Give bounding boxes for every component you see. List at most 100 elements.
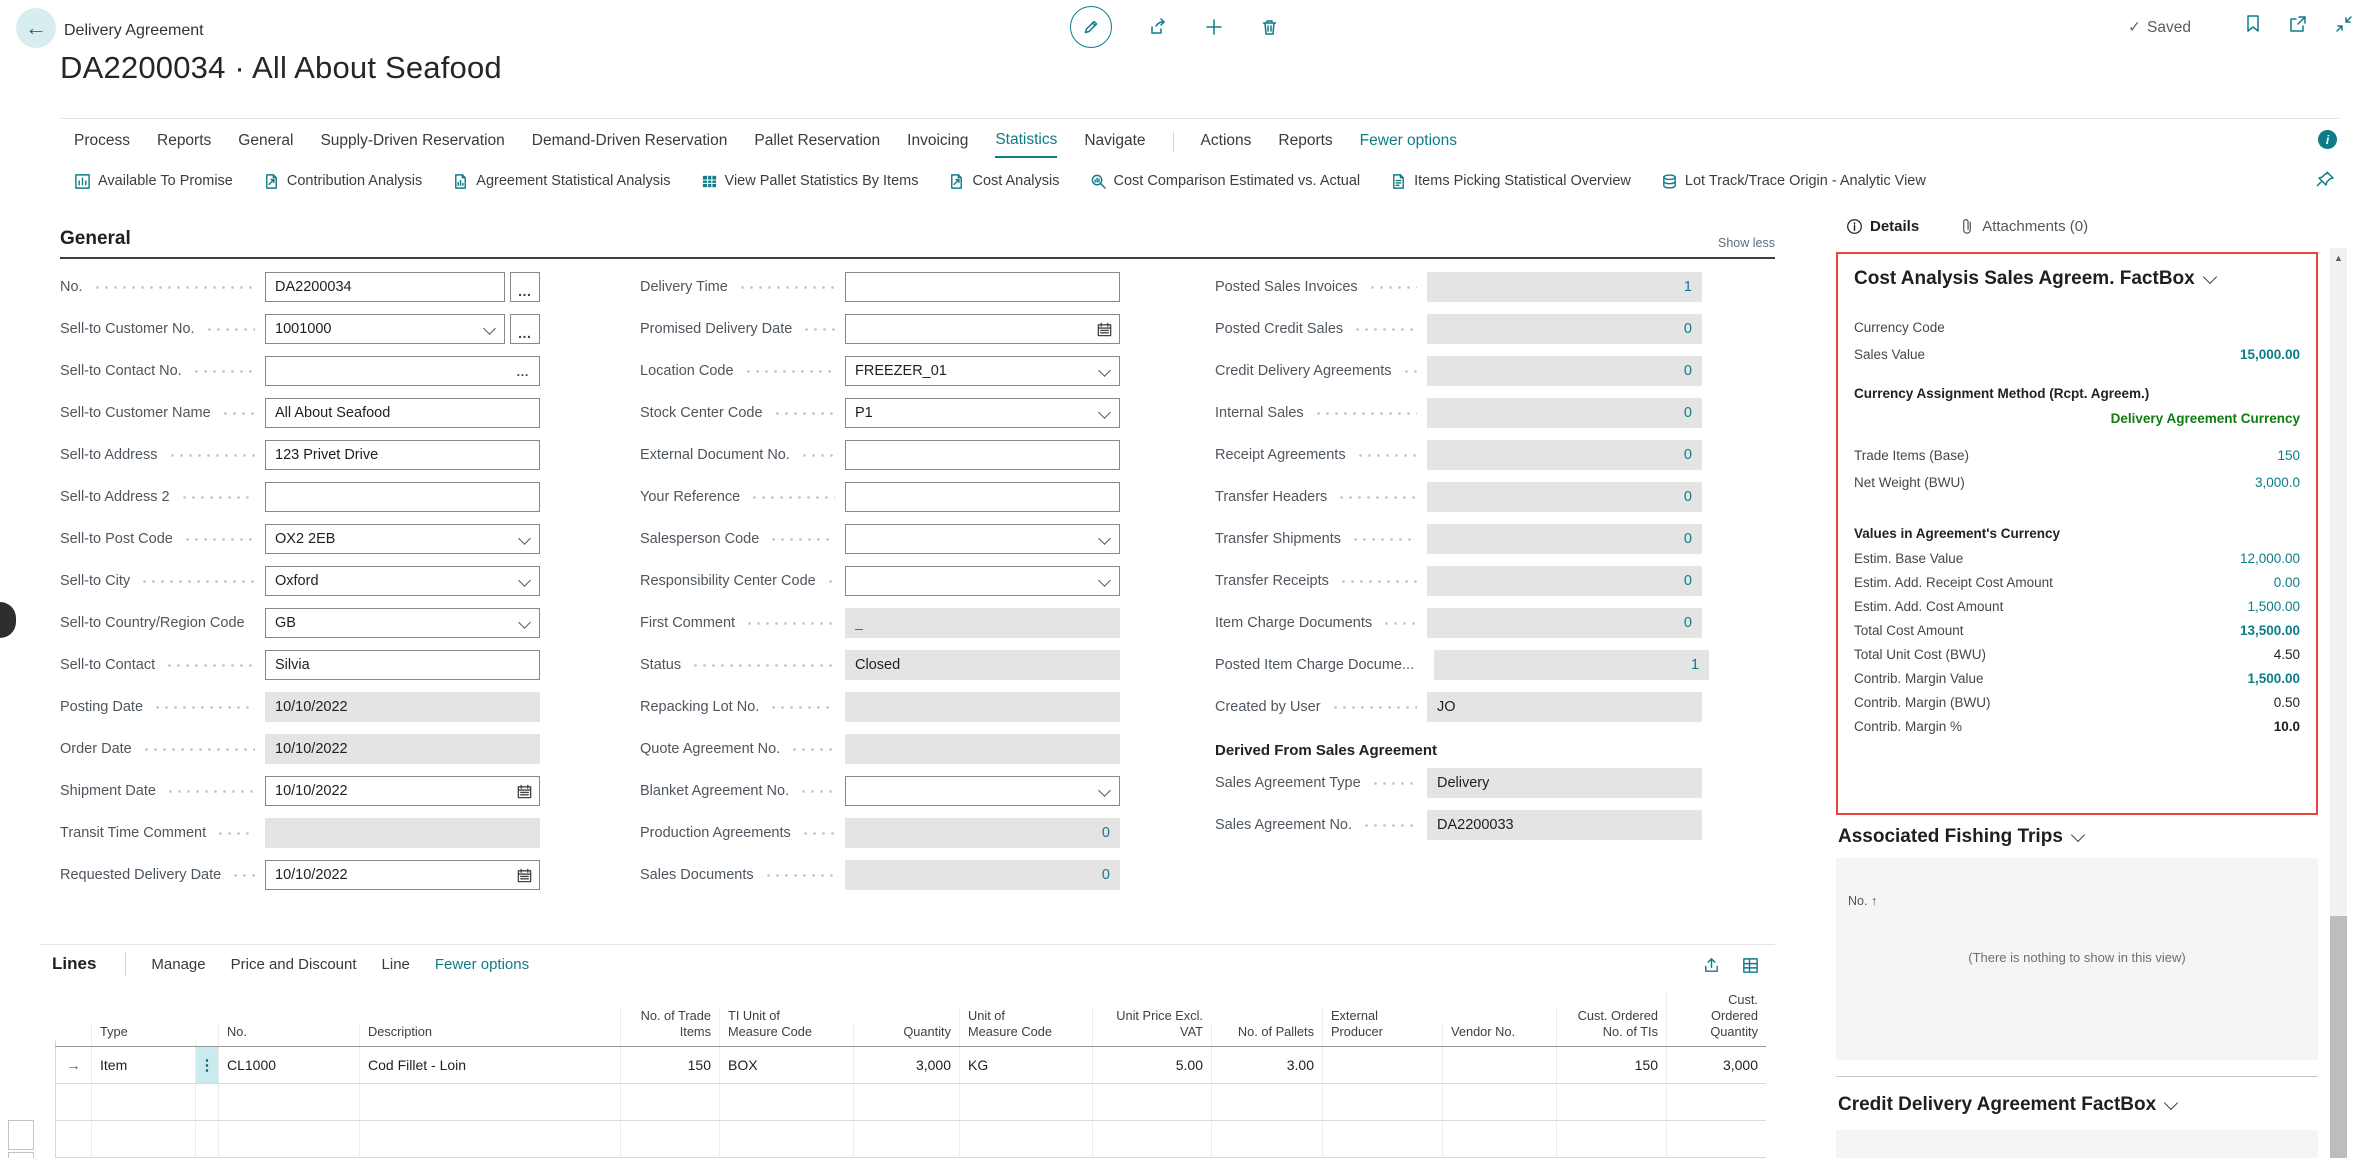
credit-delivery-agreements-link[interactable]: 0: [1684, 363, 1692, 379]
cell-no[interactable]: CL1000: [218, 1047, 359, 1083]
sales-value-link[interactable]: 15,000.00: [2240, 347, 2300, 362]
chevron-down-icon[interactable]: [1098, 532, 1111, 545]
transfer-shipments-link[interactable]: 0: [1684, 531, 1692, 547]
trade-items-link[interactable]: 150: [2277, 448, 2300, 463]
cost-analysis-factbox-title[interactable]: Cost Analysis Sales Agreem. FactBox: [1854, 268, 2300, 290]
cell-ti-unit-of-measure[interactable]: BOX: [719, 1047, 853, 1083]
cell-description[interactable]: Cod Fillet - Loin: [359, 1047, 620, 1083]
lines-line[interactable]: Line: [382, 956, 410, 973]
delivery-time-input[interactable]: [845, 272, 1120, 302]
sell-to-address-2-input[interactable]: [265, 482, 540, 512]
estim-base-value-link[interactable]: 12,000.00: [2240, 551, 2300, 566]
col-no-of-trade-items[interactable]: No. of Trade Items: [620, 1008, 719, 1046]
calendar-icon[interactable]: [516, 867, 533, 884]
requested-delivery-date-input[interactable]: 10/10/2022: [265, 860, 540, 890]
new-button[interactable]: [1204, 17, 1224, 37]
lines-manage[interactable]: Manage: [151, 956, 205, 973]
share-icon[interactable]: [1702, 956, 1721, 975]
external-document-no-input[interactable]: [845, 440, 1120, 470]
col-description[interactable]: Description: [359, 1024, 620, 1046]
cell-quantity[interactable]: 3,000: [853, 1047, 959, 1083]
total-cost-link[interactable]: 13,500.00: [2240, 623, 2300, 638]
col-vendor-no[interactable]: Vendor No.: [1442, 1024, 1556, 1046]
share-button[interactable]: [1148, 17, 1168, 37]
lookup-ellipsis-icon[interactable]: …: [516, 364, 530, 379]
posted-item-charge-documents-link[interactable]: 1: [1691, 657, 1699, 673]
col-cust-ordered-quantity[interactable]: Cust. Ordered Quantity: [1666, 992, 1766, 1046]
pin-icon[interactable]: [2316, 170, 2335, 189]
menu-fewer-options[interactable]: Fewer options: [1360, 128, 1457, 157]
show-less-link[interactable]: Show less: [1718, 236, 1775, 250]
tab-general[interactable]: General: [238, 128, 293, 157]
menu-actions[interactable]: Actions: [1201, 128, 1252, 157]
collapse-icon[interactable]: [2334, 14, 2354, 34]
delete-button[interactable]: [1260, 18, 1279, 37]
chevron-down-icon[interactable]: [518, 574, 531, 587]
production-agreements-link[interactable]: 0: [1102, 825, 1110, 841]
tab-details[interactable]: Details: [1846, 218, 1919, 235]
internal-sales-link[interactable]: 0: [1684, 405, 1692, 421]
tab-process[interactable]: Process: [74, 128, 130, 157]
customer-assist-button[interactable]: …: [510, 314, 540, 344]
sell-to-country-input[interactable]: GB: [265, 608, 540, 638]
sell-to-post-code-input[interactable]: OX2 2EB: [265, 524, 540, 554]
stock-center-code-input[interactable]: P1: [845, 398, 1120, 428]
col-quantity[interactable]: Quantity: [853, 1024, 959, 1046]
action-contribution-analysis[interactable]: Contribution Analysis: [263, 173, 422, 190]
calendar-icon[interactable]: [516, 783, 533, 800]
shipment-date-input[interactable]: 10/10/2022: [265, 776, 540, 806]
tab-attachments[interactable]: Attachments (0): [1959, 218, 2088, 235]
posted-sales-invoices-link[interactable]: 1: [1684, 279, 1692, 295]
fishing-trips-no-column[interactable]: No. ↑: [1848, 894, 1877, 908]
sell-to-customer-no-input[interactable]: 1001000: [265, 314, 505, 344]
action-cost-comparison[interactable]: Cost Comparison Estimated vs. Actual: [1090, 173, 1361, 190]
action-cost-analysis[interactable]: Cost Analysis: [948, 173, 1059, 190]
associated-fishing-trips-title[interactable]: Associated Fishing Trips: [1838, 826, 2083, 848]
estim-add-receipt-cost-link[interactable]: 0.00: [2274, 575, 2300, 590]
posted-credit-sales-link[interactable]: 0: [1684, 321, 1692, 337]
col-unit-price[interactable]: Unit Price Excl. VAT: [1092, 1008, 1211, 1046]
transfer-receipts-link[interactable]: 0: [1684, 573, 1692, 589]
factbox-scrollbar-thumb[interactable]: [2330, 916, 2347, 1158]
side-panel-handle[interactable]: [0, 602, 16, 638]
sell-to-city-input[interactable]: Oxford: [265, 566, 540, 596]
tab-supply-driven-reservation[interactable]: Supply-Driven Reservation: [320, 128, 504, 157]
tab-demand-driven-reservation[interactable]: Demand-Driven Reservation: [532, 128, 728, 157]
action-lot-track-trace[interactable]: Lot Track/Trace Origin - Analytic View: [1661, 173, 1926, 190]
receipt-agreements-link[interactable]: 0: [1684, 447, 1692, 463]
cell-unit-price[interactable]: 5.00: [1092, 1047, 1211, 1083]
cell-no-of-pallets[interactable]: 3.00: [1211, 1047, 1322, 1083]
location-code-input[interactable]: FREEZER_01: [845, 356, 1120, 386]
menu-reports[interactable]: Reports: [1278, 128, 1332, 157]
tab-invoicing[interactable]: Invoicing: [907, 128, 968, 157]
transfer-headers-link[interactable]: 0: [1684, 489, 1692, 505]
col-no[interactable]: No.: [218, 1024, 359, 1046]
open-in-window-icon[interactable]: [2288, 14, 2308, 34]
open-in-excel-icon[interactable]: [1741, 956, 1760, 975]
first-comment-link[interactable]: _: [855, 615, 863, 631]
your-reference-input[interactable]: [845, 482, 1120, 512]
info-icon[interactable]: i: [2318, 130, 2337, 149]
action-items-picking-overview[interactable]: Items Picking Statistical Overview: [1390, 173, 1631, 190]
chevron-down-icon[interactable]: [1098, 784, 1111, 797]
sell-to-contact-input[interactable]: Silvia: [265, 650, 540, 680]
chevron-down-icon[interactable]: [1098, 364, 1111, 377]
tab-navigate[interactable]: Navigate: [1084, 128, 1145, 157]
sell-to-customer-name-input[interactable]: All About Seafood: [265, 398, 540, 428]
item-charge-documents-link[interactable]: 0: [1684, 615, 1692, 631]
tab-pallet-reservation[interactable]: Pallet Reservation: [754, 128, 880, 157]
tab-statistics[interactable]: Statistics: [995, 127, 1057, 158]
blanket-agreement-no-input[interactable]: [845, 776, 1120, 806]
responsibility-center-code-input[interactable]: [845, 566, 1120, 596]
credit-delivery-agreement-factbox-title[interactable]: Credit Delivery Agreement FactBox: [1838, 1094, 2176, 1116]
chevron-down-icon[interactable]: [483, 322, 496, 335]
sales-documents-link[interactable]: 0: [1102, 867, 1110, 883]
col-type[interactable]: Type: [91, 1024, 195, 1046]
action-view-pallet-statistics[interactable]: View Pallet Statistics By Items: [701, 173, 919, 190]
col-cust-ordered-no-of-tis[interactable]: Cust. Ordered No. of TIs: [1556, 1008, 1666, 1046]
col-unit-of-measure[interactable]: Unit of Measure Code: [959, 1008, 1092, 1046]
tab-reports[interactable]: Reports: [157, 128, 211, 157]
action-agreement-statistical-analysis[interactable]: Agreement Statistical Analysis: [452, 173, 670, 190]
chevron-down-icon[interactable]: [1098, 574, 1111, 587]
lines-fewer-options[interactable]: Fewer options: [435, 956, 529, 973]
